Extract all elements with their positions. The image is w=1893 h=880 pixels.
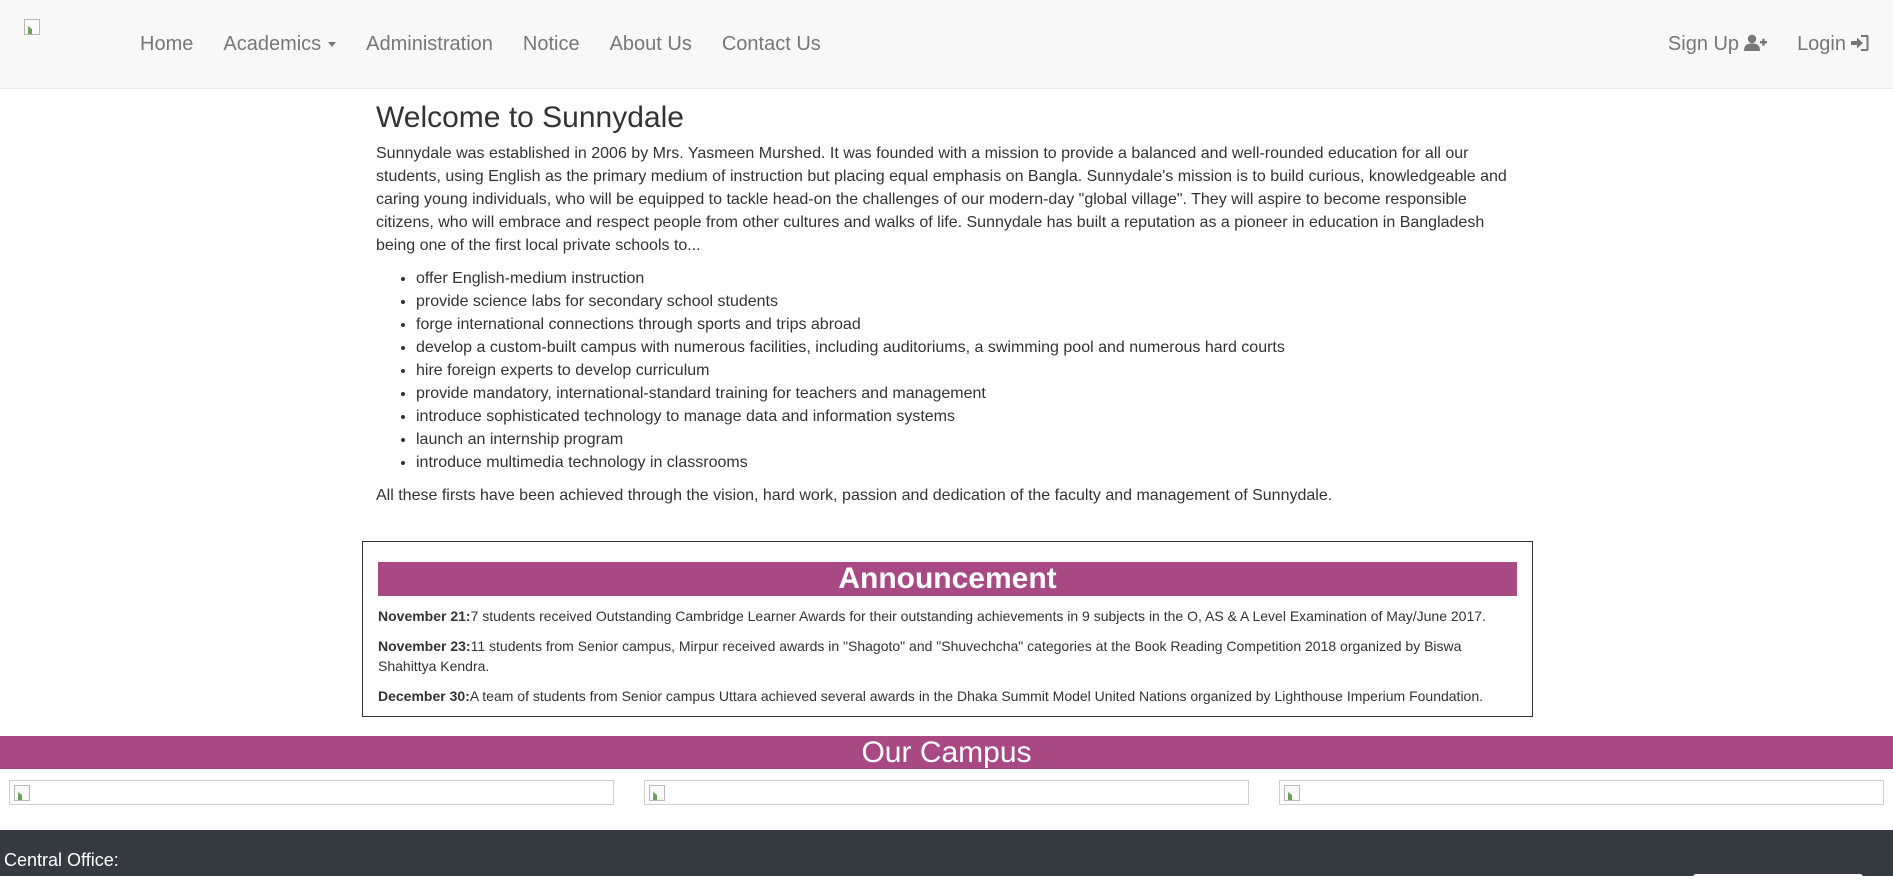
list-item: provide science labs for secondary schoo… — [416, 290, 1516, 313]
nav-academics-label: Academics — [223, 33, 322, 55]
page-title: Welcome to Sunnydale — [376, 101, 684, 134]
footer: Central Office: — [0, 830, 1893, 880]
campus-image-1[interactable] — [9, 780, 614, 805]
main-content: Welcome to Sunnydale Sunnydale was estab… — [376, 100, 1516, 507]
footer-office-label: Central Office: — [4, 850, 119, 870]
list-item: offer English-medium instruction — [416, 267, 1516, 290]
nav-home-link[interactable]: Home — [140, 32, 193, 56]
announcement-item: November 21:7 students received Outstand… — [378, 606, 1517, 626]
campus-image-3[interactable] — [1279, 780, 1884, 805]
announcement-heading: Announcement — [378, 562, 1517, 596]
list-item: hire foreign experts to develop curricul… — [416, 359, 1516, 382]
announcement-text: 7 students received Outstanding Cambridg… — [470, 608, 1486, 624]
campus-heading: Our Campus — [0, 736, 1893, 769]
list-item: introduce sophisticated technology to ma… — [416, 405, 1516, 428]
nav-left: Home Academics Administration Notice Abo… — [140, 32, 851, 56]
sign-in-icon — [1851, 34, 1869, 58]
broken-image-icon — [649, 785, 665, 801]
announcement-item: November 23:11 students from Senior camp… — [378, 636, 1517, 676]
nav-notice-link[interactable]: Notice — [523, 32, 580, 56]
list-item: launch an internship program — [416, 428, 1516, 451]
intro-paragraph: Sunnydale was established in 2006 by Mrs… — [376, 145, 1507, 254]
nav-about-link[interactable]: About Us — [610, 32, 692, 56]
closing-paragraph: All these firsts have been achieved thro… — [376, 487, 1333, 504]
brand-logo-broken-image-icon[interactable] — [24, 19, 40, 35]
list-item: introduce multimedia technology in class… — [416, 451, 1516, 474]
nav-academics-dropdown[interactable]: Academics — [223, 32, 337, 56]
announcement-text: 11 students from Senior campus, Mirpur r… — [378, 638, 1462, 674]
login-label: Login — [1797, 33, 1846, 55]
announcement-text: A team of students from Senior campus Ut… — [469, 688, 1484, 704]
nav-right: Sign Up Login — [1638, 32, 1869, 58]
nav-contact-link[interactable]: Contact Us — [722, 32, 821, 56]
announcement-date: November 23: — [378, 638, 471, 654]
login-link[interactable]: Login — [1797, 32, 1869, 58]
feature-list: offer English-medium instruction provide… — [376, 267, 1516, 474]
broken-image-icon — [1284, 785, 1300, 801]
announcement-date: November 21: — [378, 608, 471, 624]
broken-image-icon — [14, 785, 30, 801]
announcement-box: Announcement November 21:7 students rece… — [362, 541, 1533, 717]
footer-map-box[interactable] — [1693, 874, 1863, 880]
list-item: develop a custom-built campus with numer… — [416, 336, 1516, 359]
signup-label: Sign Up — [1667, 33, 1740, 55]
list-item: forge international connections through … — [416, 313, 1516, 336]
campus-image-2[interactable] — [644, 780, 1249, 805]
list-item: provide mandatory, international-standar… — [416, 382, 1516, 405]
nav-administration-link[interactable]: Administration — [366, 32, 493, 56]
announcement-item: December 30:A team of students from Seni… — [378, 686, 1517, 706]
navbar: Home Academics Administration Notice Abo… — [0, 0, 1893, 89]
signup-link[interactable]: Sign Up — [1667, 32, 1768, 58]
caret-down-icon — [328, 42, 337, 48]
user-plus-icon — [1744, 34, 1768, 58]
announcement-date: December 30: — [378, 688, 470, 704]
